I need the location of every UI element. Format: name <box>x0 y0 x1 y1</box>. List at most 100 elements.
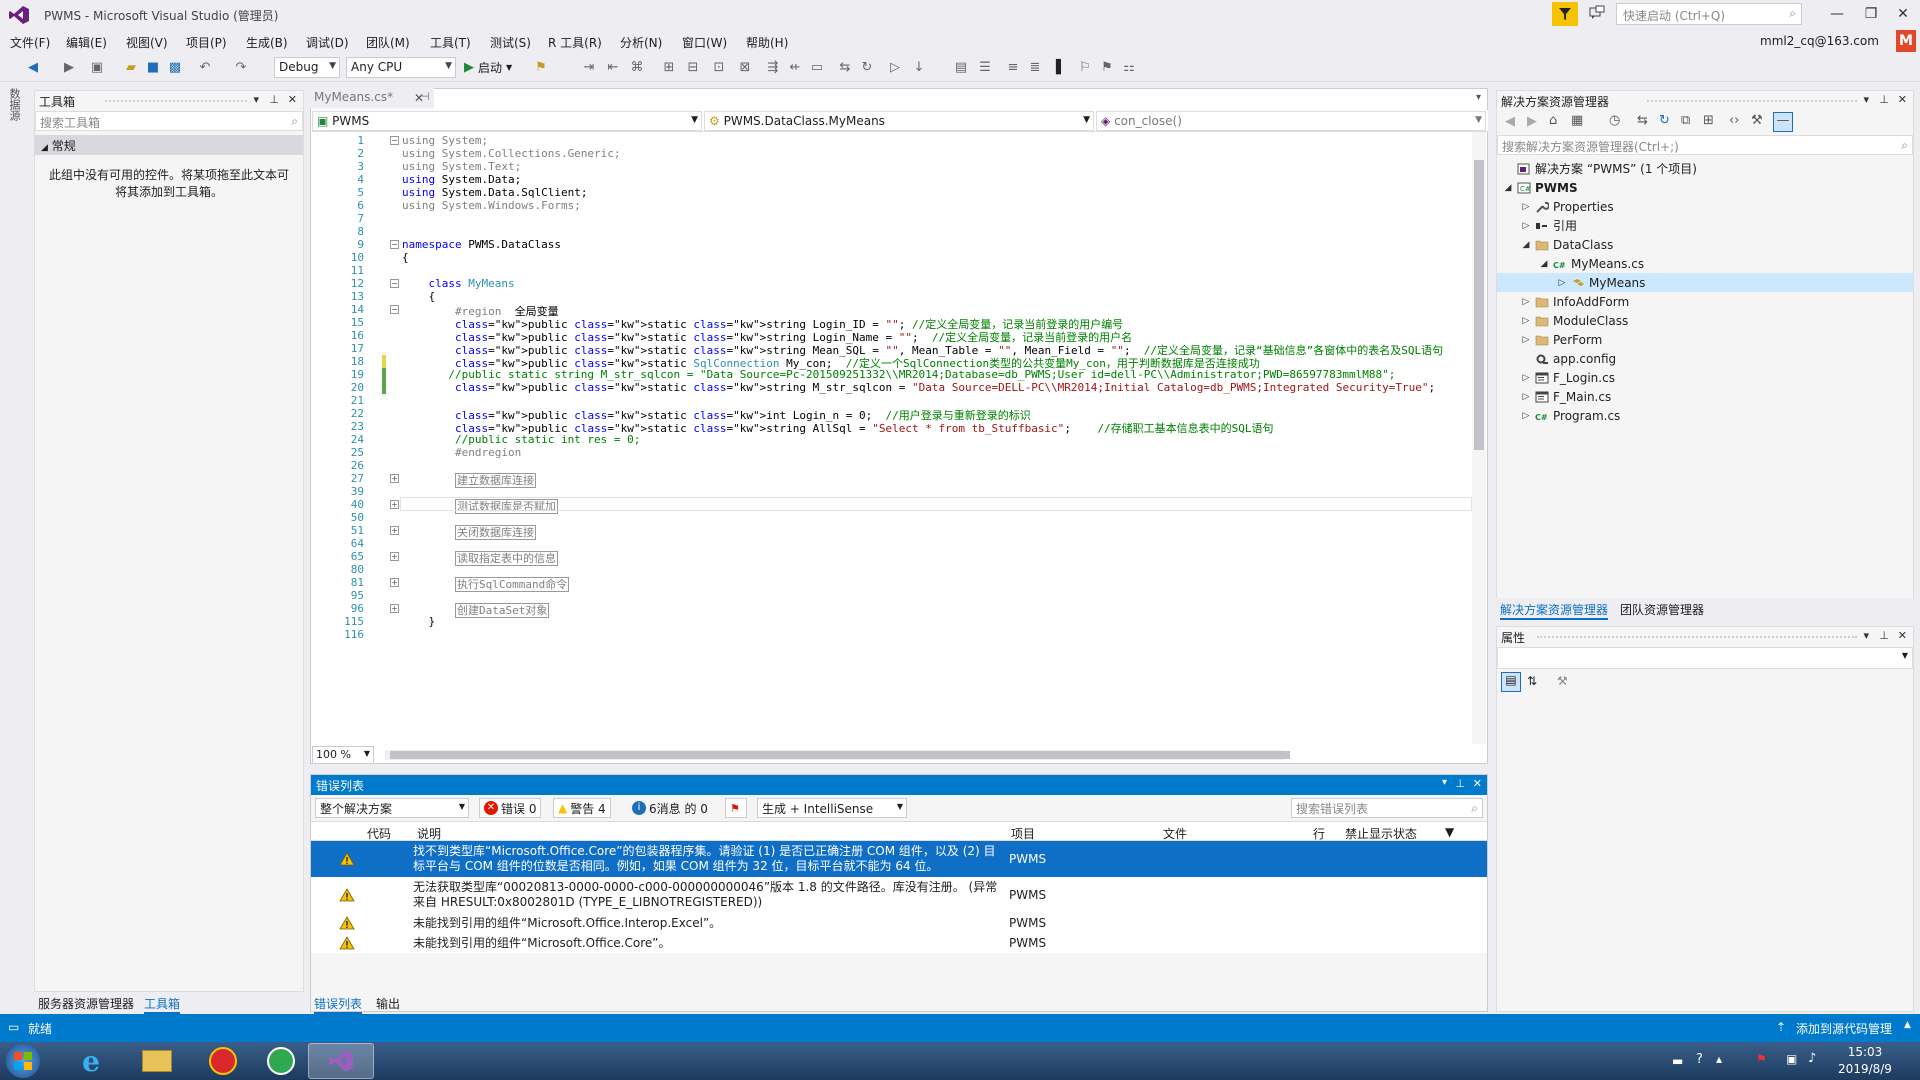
fold-toggle-icon[interactable]: − <box>390 305 399 314</box>
menu-window[interactable]: 窗口(W) <box>682 34 727 51</box>
tab-toolbox[interactable]: 工具箱 <box>144 995 181 1014</box>
scope-select[interactable]: 整个解决方案 ▼ <box>315 798 469 818</box>
tray-network-icon[interactable]: ▣ <box>1786 1052 1797 1066</box>
taskbar-explorer-icon[interactable] <box>124 1043 190 1079</box>
tree-item[interactable]: ◢ C# PWMS <box>1503 178 1913 197</box>
filter-icon[interactable]: ▼ <box>1445 825 1454 839</box>
sync-icon[interactable]: ⇆ <box>1637 113 1648 128</box>
code-line[interactable]: using System.Data.SqlClient; <box>402 186 587 199</box>
code-line[interactable]: using System.Data; <box>402 173 521 186</box>
tree-item[interactable]: ▷ ModuleClass <box>1521 311 1913 330</box>
messages-filter-button[interactable]: i 6消息 的 0 <box>627 798 713 818</box>
sync-icon[interactable]: ⇆ <box>836 58 854 76</box>
code-line[interactable]: 建立数据库连接 <box>402 472 536 488</box>
pin-icon[interactable]: ⊥ <box>269 93 279 106</box>
solution-search-input[interactable]: 搜索解决方案资源管理器(Ctrl+;) ⌕ <box>1497 135 1913 155</box>
start-button[interactable]: ▶ 启动 ▼ <box>464 59 512 76</box>
menu-project[interactable]: 项目(P) <box>186 34 227 51</box>
save-all-icon[interactable]: ▩ <box>166 58 184 76</box>
menu-tools[interactable]: 工具(T) <box>430 34 471 51</box>
code-line[interactable]: using System.Windows.Forms; <box>402 199 581 212</box>
format-icon-2[interactable]: ⊟ <box>684 58 702 76</box>
member-nav-select[interactable]: ◈ con_close() ▼ <box>1096 111 1486 131</box>
column-file[interactable]: 文件 <box>1163 825 1187 842</box>
tree-item[interactable]: ▷ F_Login.cs <box>1521 368 1913 387</box>
dropdown-icon[interactable]: ▾ <box>1863 93 1869 106</box>
forward-icon[interactable]: ▶ <box>1527 114 1537 129</box>
properties-icon[interactable]: ⚒ <box>1751 113 1763 128</box>
refresh-icon[interactable]: ↻ <box>858 58 876 76</box>
redo-icon[interactable]: ↷ <box>232 58 250 76</box>
watch-icon[interactable]: ▤ <box>952 58 970 76</box>
next-bookmark-icon[interactable]: ⚑ <box>1098 58 1116 76</box>
continue-icon[interactable]: ▷ <box>886 58 904 76</box>
step-into-icon[interactable]: ↓ <box>910 58 928 76</box>
menu-edit[interactable]: 编辑(E) <box>66 34 107 51</box>
expand-triangle-icon[interactable]: ▷ <box>1521 392 1531 402</box>
expand-triangle-icon[interactable]: ▷ <box>1521 202 1531 212</box>
fold-toggle-icon[interactable]: + <box>390 474 399 483</box>
expand-triangle-icon[interactable]: ▷ <box>1521 297 1531 307</box>
comment-out-icon[interactable]: ≡ <box>1004 58 1022 76</box>
feedback-icon[interactable] <box>1588 4 1608 24</box>
list-icon[interactable]: ☰ <box>976 58 994 76</box>
switch-views-icon[interactable]: ▦ <box>1571 113 1583 128</box>
attach-icon[interactable]: ⚑ <box>532 58 550 76</box>
collapse-all-icon[interactable]: ⧉ <box>1681 113 1690 128</box>
notification-filter-icon[interactable] <box>1552 2 1578 26</box>
error-row[interactable]: 无法获取类型库“00020813-0000-0000-c000-00000000… <box>311 877 1487 913</box>
error-row[interactable]: 未能找到引用的组件“Microsoft.Office.Core”。 PWMS <box>311 933 1487 953</box>
filter-build-icon[interactable]: ⚑ <box>725 798 747 818</box>
format-icon[interactable]: ⊞ <box>660 58 678 76</box>
tray-expand-icon[interactable]: ▴ <box>1716 1052 1722 1066</box>
uncomment-out-icon[interactable]: ≣ <box>1026 58 1044 76</box>
expand-triangle-icon[interactable]: ▷ <box>1521 411 1531 421</box>
expand-triangle-icon[interactable]: ▷ <box>1521 221 1531 231</box>
tray-help-icon[interactable]: ? <box>1696 1052 1703 1067</box>
error-row[interactable]: 未能找到引用的组件“Microsoft.Office.Interop.Excel… <box>311 913 1487 933</box>
step-icon[interactable]: ⇥ <box>580 58 598 76</box>
back-icon[interactable]: ◀ <box>1505 114 1515 129</box>
avatar[interactable]: M <box>1896 30 1916 52</box>
vertical-scroll-thumb[interactable] <box>1474 160 1484 450</box>
code-line[interactable]: using System.Collections.Generic; <box>402 147 621 160</box>
tab-overflow-icon[interactable]: ▾ <box>1476 92 1481 103</box>
expand-triangle-icon[interactable]: ▷ <box>1557 278 1567 288</box>
refresh-icon[interactable]: ↻ <box>1659 113 1670 128</box>
project-nav-select[interactable]: ▣ PWMS ▼ <box>312 111 702 131</box>
fold-toggle-icon[interactable]: + <box>390 604 399 613</box>
pin-icon[interactable]: ⊥ <box>1879 629 1889 642</box>
taskbar-browser-icon[interactable] <box>248 1043 314 1079</box>
fold-toggle-icon[interactable]: + <box>390 500 399 509</box>
menu-view[interactable]: 视图(V) <box>126 34 168 51</box>
configuration-select[interactable]: Debug ▼ <box>274 57 340 78</box>
indent-icon[interactable]: ⇶ <box>764 58 782 76</box>
tree-item[interactable]: ◢ C# MyMeans.cs <box>1539 254 1913 273</box>
dropdown-icon[interactable]: ▾ <box>1863 629 1869 642</box>
tree-item[interactable]: ▷ C# Program.cs <box>1521 406 1913 425</box>
code-line[interactable]: //public static string M_str_sqlcon = "D… <box>402 368 1395 381</box>
code-line[interactable]: 执行SqlCommand命令 <box>402 576 570 592</box>
tree-item[interactable]: 解决方案 “PWMS” (1 个项目) <box>1503 159 1913 178</box>
back-icon[interactable]: ◀ <box>24 58 42 76</box>
show-all-files-icon[interactable]: ⊞ <box>1703 113 1714 128</box>
save-icon[interactable]: ■ <box>144 58 162 76</box>
build-filter-select[interactable]: 生成 + IntelliSense ▼ <box>757 798 907 818</box>
code-line[interactable]: } <box>402 615 435 628</box>
tray-keyboard-icon[interactable]: ▬ <box>1672 1054 1683 1068</box>
tab-error-list[interactable]: 错误列表 <box>314 995 363 1014</box>
menu-team[interactable]: 团队(M) <box>366 34 410 51</box>
menu-r-tools[interactable]: R 工具(R) <box>548 34 602 51</box>
taskbar-clock[interactable]: 15:03 2019/8/9 <box>1820 1044 1910 1078</box>
open-file-icon[interactable]: ▰ <box>122 58 140 76</box>
forward-icon[interactable]: ▶ <box>60 58 78 76</box>
horizontal-scroll-thumb[interactable] <box>390 751 1290 759</box>
tree-item[interactable]: ▷ Properties <box>1521 197 1913 216</box>
pin-icon[interactable]: ⊥ <box>1879 93 1889 106</box>
code-line[interactable]: class="kw">public class="kw">static clas… <box>402 381 1435 394</box>
column-project[interactable]: 项目 <box>1011 825 1035 842</box>
fold-toggle-icon[interactable]: + <box>390 578 399 587</box>
outdent-icon[interactable]: ⇷ <box>786 58 804 76</box>
prev-bookmark-icon[interactable]: ⚐ <box>1076 58 1094 76</box>
property-pages-icon[interactable]: ⚒ <box>1557 674 1568 688</box>
